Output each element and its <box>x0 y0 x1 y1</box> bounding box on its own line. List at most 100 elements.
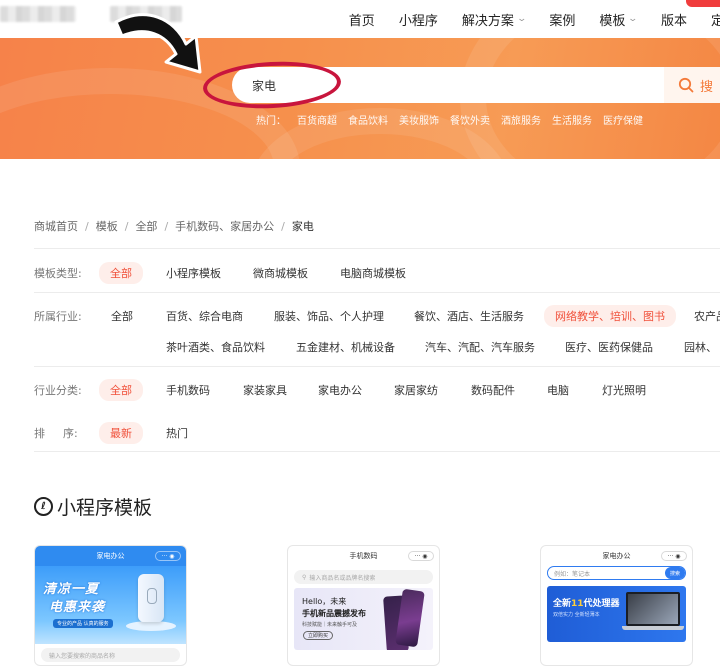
filter-option[interactable]: 灯光照明 <box>602 382 646 398</box>
filter-option[interactable]: 电脑商城模板 <box>340 265 406 281</box>
search-icon: ⚲ <box>302 573 307 581</box>
card-search-placeholder: 输入商品名或品牌名搜索 <box>309 574 376 582</box>
divider <box>34 366 720 367</box>
chevron-down-icon: ⌄ <box>516 14 527 24</box>
banner-subline: 双倍实力 全新轻薄本 <box>553 612 600 618</box>
card-header: 手机数码 ··· ◉ <box>288 546 439 566</box>
filter-option[interactable]: 家电办公 <box>318 382 362 398</box>
card-title: 手机数码 <box>349 552 378 560</box>
card-header: 家电办公 ··· ◉ <box>35 546 186 566</box>
nav-item-versions[interactable]: 版本 <box>661 10 687 29</box>
banner-headline: 清凉一夏 <box>43 582 100 597</box>
hot-keyword[interactable]: 美妆服饰 <box>399 112 439 127</box>
search-button[interactable]: 搜 <box>664 67 720 103</box>
sort-option-popular[interactable]: 热门 <box>166 425 188 441</box>
card-banner: 全新11代处理器 双倍实力 全新轻薄本 <box>547 586 686 642</box>
banner-subline: 科技赋能｜未来触手可及 <box>302 622 358 628</box>
hot-badge <box>686 0 720 7</box>
filter-label-category: 行业分类: <box>34 384 82 397</box>
filter-option[interactable]: 服装、饰品、个人护理 <box>274 308 384 324</box>
banner-headline: 全新11代处理器 <box>553 599 620 609</box>
pedestal-shape <box>126 621 176 631</box>
hot-keyword[interactable]: 食品饮料 <box>348 112 388 127</box>
capsule-menu-icon: ··· ◉ <box>155 551 181 561</box>
banner-tag: 专业的产品 认真的服务 <box>53 619 113 628</box>
hot-label: 热门： <box>256 116 286 127</box>
section-title-text: 小程序模板 <box>57 497 153 519</box>
card-title: 家电办公 <box>96 552 125 560</box>
hot-keywords: 热门： 百货商超 食品饮料 美妆服饰 餐饮外卖 酒旅服务 生活服务 医疗保健 <box>256 112 643 127</box>
filter-option[interactable]: 微商城模板 <box>253 265 308 281</box>
filter-option-all[interactable]: 全部 <box>99 379 143 401</box>
annotation-arrow-icon <box>114 13 202 74</box>
filter-label-template-type: 模板类型: <box>34 267 82 280</box>
filter-label-industry: 所属行业: <box>34 310 82 323</box>
nav-item-solutions[interactable]: 解决方案 ⌄ <box>462 10 527 29</box>
sort-label-char: 排 <box>34 427 45 440</box>
filter-option[interactable]: 医疗、医药保健品 <box>565 339 653 355</box>
card-search-button: 搜索 <box>665 567 685 579</box>
filter-option-selected[interactable]: 网络教学、培训、图书 <box>544 305 676 327</box>
hot-keyword[interactable]: 百货商超 <box>297 112 337 127</box>
blurred-logo <box>0 6 76 22</box>
card-title: 家电办公 <box>602 552 631 560</box>
breadcrumb-link[interactable]: 模板 <box>96 218 118 234</box>
nav-item-mini-program[interactable]: 小程序 <box>399 10 438 29</box>
top-navigation: 首页 小程序 解决方案 ⌄ 案例 模板 ⌄ 版本 定 <box>0 0 720 38</box>
breadcrumb-current: 家电 <box>291 220 314 233</box>
filter-option[interactable]: 园林、 <box>684 339 717 355</box>
nav-item-templates[interactable]: 模板 ⌄ <box>599 10 639 29</box>
chevron-down-icon: ⌄ <box>627 14 639 24</box>
divider <box>34 451 720 452</box>
filter-option[interactable]: 小程序模板 <box>166 265 221 281</box>
main-nav: 首页 小程序 解决方案 ⌄ 案例 模板 ⌄ 版本 定 <box>325 0 720 38</box>
filter-option[interactable]: 手机数码 <box>166 382 210 398</box>
divider <box>34 292 720 293</box>
search-icon <box>678 77 694 93</box>
filter-option[interactable]: 农产品 <box>694 308 720 324</box>
banner-button: 立即购买 <box>303 631 334 640</box>
filter-label-sort: 排 序: <box>34 425 78 441</box>
card-banner: 清凉一夏 电惠来袭 专业的产品 认真的服务 <box>35 566 186 644</box>
card-search-bar: 输入您要搜索的商品名称 <box>41 648 180 662</box>
filter-option[interactable]: 茶叶酒类、食品饮料 <box>166 339 265 355</box>
breadcrumb-link[interactable]: 全部 <box>135 218 157 234</box>
hot-keyword[interactable]: 医疗保健 <box>603 112 643 127</box>
template-card[interactable]: 家电办公 ··· ◉ 清凉一夏 电惠来袭 专业的产品 认真的服务 输入您要搜索的… <box>34 545 187 666</box>
sort-label-char: 序: <box>63 427 78 440</box>
breadcrumb: 商城首页 / 模板 / 全部 / 手机数码、家居办公 / 家电 <box>34 218 314 234</box>
filter-option[interactable]: 家装家具 <box>243 382 287 398</box>
filter-option-all[interactable]: 全部 <box>99 262 143 284</box>
card-search-bar: 例如：笔记本 搜索 <box>547 566 686 580</box>
breadcrumb-link[interactable]: 商城首页 <box>34 218 78 234</box>
divider <box>34 248 720 249</box>
filter-option[interactable]: 数码配件 <box>471 382 515 398</box>
nav-item-pricing[interactable]: 定 <box>711 10 720 29</box>
card-header: 家电办公 ··· ◉ <box>541 546 692 566</box>
section-title: ℓ 小程序模板 <box>34 493 152 520</box>
laptop-base <box>622 626 684 630</box>
search-button-label: 搜 <box>700 79 714 95</box>
sort-option-latest[interactable]: 最新 <box>99 422 143 444</box>
filter-option[interactable]: 餐饮、酒店、生活服务 <box>414 308 524 324</box>
banner-headline: 手机新品震撼发布 <box>302 609 366 618</box>
hot-keyword[interactable]: 生活服务 <box>552 112 592 127</box>
search-banner: 搜 热门： 百货商超 食品饮料 美妆服饰 餐饮外卖 酒旅服务 生活服务 医疗保健 <box>0 38 720 159</box>
filter-option[interactable]: 五金建材、机械设备 <box>296 339 395 355</box>
card-banner: Hello，未来 手机新品震撼发布 科技赋能｜未来触手可及 立即购买 <box>294 588 433 650</box>
capsule-menu-icon: ··· ◉ <box>661 551 687 561</box>
filter-option[interactable]: 百货、综合电商 <box>166 308 243 324</box>
nav-item-home[interactable]: 首页 <box>349 10 375 29</box>
hot-keyword[interactable]: 酒旅服务 <box>501 112 541 127</box>
template-card[interactable]: 家电办公 ··· ◉ 例如：笔记本 搜索 全新11代处理器 双倍实力 全新轻薄本 <box>540 545 693 666</box>
filter-option[interactable]: 家居家纺 <box>394 382 438 398</box>
breadcrumb-link[interactable]: 手机数码、家居办公 <box>175 218 274 234</box>
capsule-menu-icon: ··· ◉ <box>408 551 434 561</box>
template-card[interactable]: 手机数码 ··· ◉ ⚲ 输入商品名或品牌名搜索 Hello，未来 手机新品震撼发… <box>287 545 440 666</box>
filter-option[interactable]: 汽车、汽配、汽车服务 <box>425 339 535 355</box>
hot-keyword[interactable]: 餐饮外卖 <box>450 112 490 127</box>
banner-headline: 电惠来袭 <box>49 600 106 615</box>
filter-option[interactable]: 电脑 <box>547 382 569 398</box>
nav-item-cases[interactable]: 案例 <box>549 10 575 29</box>
filter-option-all[interactable]: 全部 <box>111 308 133 324</box>
